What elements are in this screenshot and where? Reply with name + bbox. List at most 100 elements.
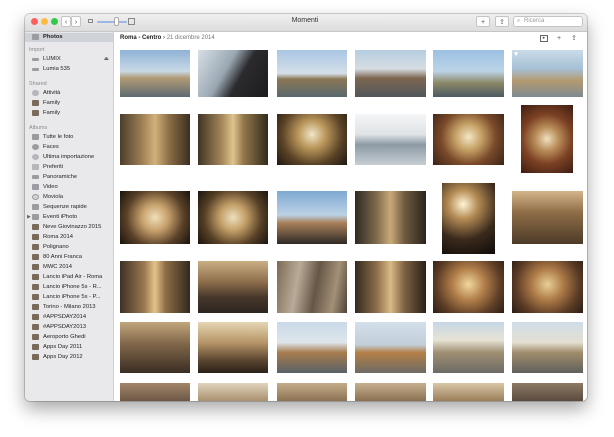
sidebar-item-label: Moviola bbox=[43, 194, 63, 200]
album-thumb-icon bbox=[32, 294, 39, 300]
sidebar-item-lumix[interactable]: LUMIX ⏏ bbox=[25, 55, 113, 64]
photo-thumbnail[interactable] bbox=[277, 383, 347, 401]
sidebar-item-album[interactable]: Torino - Milano 2013 bbox=[25, 303, 113, 312]
sidebar-item-lumia[interactable]: Lumia 535 bbox=[25, 65, 113, 74]
sidebar-item-bursts[interactable]: Sequenze rapide bbox=[25, 203, 113, 212]
photo-thumbnail[interactable]: ♥ bbox=[512, 50, 583, 97]
sidebar-item-slomo[interactable]: Moviola bbox=[25, 193, 113, 202]
sidebar-item-label: Aeroporto Ghedi bbox=[43, 334, 86, 340]
photo-thumbnail[interactable] bbox=[198, 383, 268, 401]
sidebar-item-album[interactable]: Roma 2014 bbox=[25, 233, 113, 242]
zoom-button[interactable] bbox=[51, 18, 58, 25]
back-button[interactable]: ‹ bbox=[61, 16, 71, 27]
sidebar-item-panoramas[interactable]: Panoramiche bbox=[25, 173, 113, 182]
photo-thumbnail[interactable] bbox=[120, 50, 190, 97]
sidebar-item-label: Roma 2014 bbox=[43, 234, 73, 240]
photo-thumbnail[interactable] bbox=[355, 50, 426, 97]
sidebar-item-album[interactable]: Neve Giovinazzo 2015 bbox=[25, 223, 113, 232]
section-header-shared: Shared bbox=[29, 81, 47, 87]
eject-icon[interactable]: ⏏ bbox=[104, 56, 109, 62]
album-thumb-icon bbox=[32, 274, 39, 280]
sidebar-item-label: Lancio iPhone 5s - P... bbox=[43, 294, 101, 300]
photo-thumbnail[interactable] bbox=[120, 114, 190, 165]
photo-thumbnail[interactable] bbox=[198, 114, 268, 165]
photo-thumbnail[interactable] bbox=[433, 50, 504, 97]
search-field[interactable]: ⌕ Ricerca bbox=[513, 16, 583, 27]
photo-thumbnail[interactable] bbox=[433, 322, 504, 373]
photo-thumbnail[interactable] bbox=[277, 114, 347, 165]
photo-thumbnail[interactable] bbox=[512, 383, 583, 401]
sidebar-item-album[interactable]: #APPSDAY2014 bbox=[25, 313, 113, 322]
photo-thumbnail[interactable] bbox=[120, 261, 190, 313]
share-icon[interactable]: ⇪ bbox=[570, 35, 578, 42]
photo-thumbnail[interactable] bbox=[433, 114, 504, 165]
breadcrumb-place[interactable]: Roma - Centro bbox=[120, 35, 161, 41]
photo-thumbnail[interactable] bbox=[442, 183, 495, 254]
photo-thumbnail[interactable] bbox=[277, 322, 347, 373]
forward-button[interactable]: › bbox=[71, 16, 81, 27]
photo-thumbnail[interactable] bbox=[355, 261, 426, 313]
sidebar-item-family-1[interactable]: Family bbox=[25, 99, 113, 108]
photo-thumbnail[interactable] bbox=[198, 191, 268, 244]
album-thumb-icon bbox=[32, 234, 39, 240]
sidebar-item-family-2[interactable]: Family bbox=[25, 109, 113, 118]
photo-thumbnail[interactable] bbox=[355, 383, 426, 401]
photo-thumbnail[interactable] bbox=[521, 105, 573, 173]
sidebar-item-favorites[interactable]: Preferiti bbox=[25, 163, 113, 172]
photo-thumbnail[interactable] bbox=[355, 114, 426, 165]
sidebar-item-album[interactable]: Lancio iPhone 5s - R... bbox=[25, 283, 113, 292]
zoom-slider-knob[interactable] bbox=[114, 17, 119, 26]
photo-thumbnail[interactable] bbox=[277, 191, 347, 244]
photo-thumbnail[interactable] bbox=[512, 191, 583, 244]
slideshow-icon[interactable]: ▸ bbox=[540, 35, 548, 42]
album-icon bbox=[32, 134, 39, 140]
photo-thumbnail[interactable] bbox=[277, 50, 347, 97]
zoom-slider[interactable] bbox=[97, 21, 127, 23]
breadcrumb: Roma - Centro › 21 dicembre 2014 bbox=[120, 35, 215, 41]
sidebar-item-album[interactable]: Apps Day 2011 bbox=[25, 343, 113, 352]
photo-thumbnail[interactable] bbox=[198, 50, 268, 97]
sidebar-item-album[interactable]: Lancio iPad Air - Roma bbox=[25, 273, 113, 282]
sidebar-item-photos[interactable]: Photos bbox=[25, 33, 113, 42]
album-thumb-icon bbox=[32, 304, 39, 310]
sidebar-item-album[interactable]: Polignano bbox=[25, 243, 113, 252]
window-title: Momenti bbox=[291, 17, 319, 24]
sidebar-item-album[interactable]: MWC 2014 bbox=[25, 263, 113, 272]
photo-thumbnail[interactable] bbox=[512, 261, 583, 313]
share-button[interactable]: ⇪ bbox=[495, 16, 509, 27]
sidebar-item-album[interactable]: #APPSDAY2013 bbox=[25, 323, 113, 332]
sidebar-item-video[interactable]: Video bbox=[25, 183, 113, 192]
photo-thumbnail[interactable] bbox=[355, 191, 426, 244]
photo-thumbnail[interactable] bbox=[198, 322, 268, 373]
photo-thumbnail[interactable] bbox=[198, 261, 268, 313]
minimize-button[interactable] bbox=[41, 18, 48, 25]
photo-thumbnail[interactable] bbox=[433, 383, 504, 401]
sidebar-item-label: Ultima importazione bbox=[43, 154, 95, 160]
sidebar-item-iphoto-events[interactable]: ▶ Eventi iPhoto bbox=[25, 213, 113, 222]
sidebar-item-album[interactable]: Lancio iPhone 5s - P... bbox=[25, 293, 113, 302]
photo-thumbnail[interactable] bbox=[512, 322, 583, 373]
photo-thumbnail[interactable] bbox=[277, 261, 347, 313]
photo-thumbnail[interactable] bbox=[120, 383, 190, 401]
sidebar-item-faces[interactable]: Faces bbox=[25, 143, 113, 152]
breadcrumb-date: 21 dicembre 2014 bbox=[166, 35, 215, 41]
photo-thumbnail[interactable] bbox=[120, 191, 190, 244]
sidebar-item-album[interactable]: 80 Anni Franca bbox=[25, 253, 113, 262]
sidebar-item-last-import[interactable]: Ultima importazione bbox=[25, 153, 113, 162]
sidebar-item-label: Lumia 535 bbox=[43, 66, 71, 72]
disclosure-triangle-icon[interactable]: ▶ bbox=[27, 214, 31, 220]
add-icon[interactable]: + bbox=[555, 35, 563, 42]
add-button[interactable]: + bbox=[476, 16, 490, 27]
close-button[interactable] bbox=[31, 18, 38, 25]
sidebar-item-label: Lancio iPad Air - Roma bbox=[43, 274, 103, 280]
favorite-heart-icon[interactable]: ♥ bbox=[514, 51, 518, 58]
toolbar: ‹ › Momenti + ⇪ ⌕ Ricerca bbox=[25, 14, 587, 32]
sidebar-item-album[interactable]: Aeroporto Ghedi bbox=[25, 333, 113, 342]
content-header: Roma - Centro › 21 dicembre 2014 ▸ + ⇪ bbox=[114, 32, 587, 45]
photo-thumbnail[interactable] bbox=[433, 261, 504, 313]
photo-thumbnail[interactable] bbox=[355, 322, 426, 373]
photo-thumbnail[interactable] bbox=[120, 322, 190, 373]
sidebar-item-activity[interactable]: Attività bbox=[25, 89, 113, 98]
sidebar-item-all-photos[interactable]: Tutte le foto bbox=[25, 133, 113, 142]
sidebar-item-album[interactable]: Apps Day 2012 bbox=[25, 353, 113, 362]
